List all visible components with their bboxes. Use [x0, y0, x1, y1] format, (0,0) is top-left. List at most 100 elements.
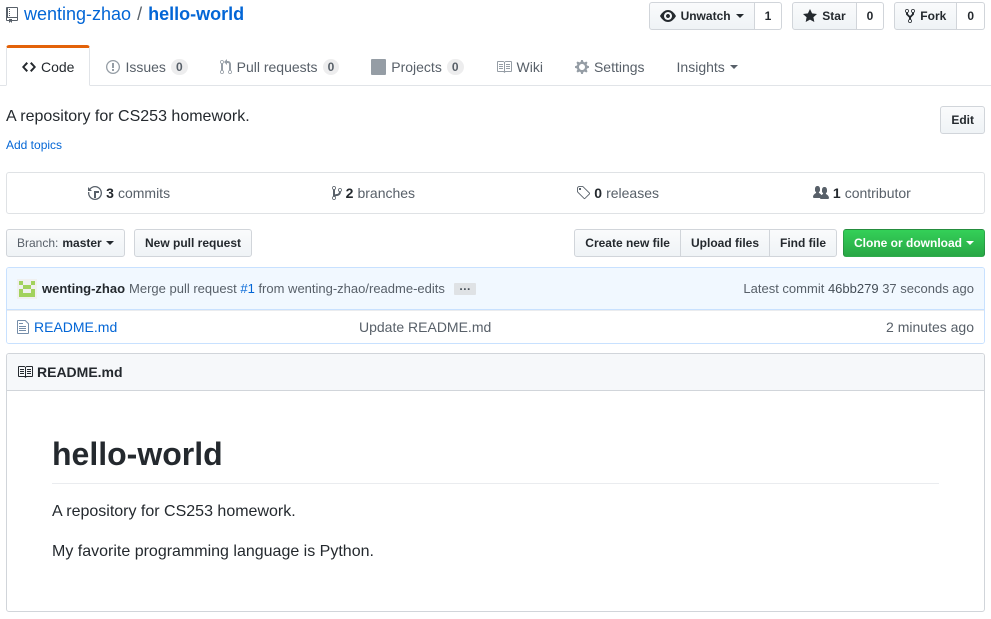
clone-or-download-button[interactable]: Clone or download: [843, 229, 985, 257]
watch-group: Unwatch 1: [648, 2, 783, 30]
clone-label: Clone or download: [854, 236, 962, 250]
commit-meta: Latest commit 46bb279 37 seconds ago: [743, 281, 974, 296]
contributors-link[interactable]: 1 contributor: [740, 173, 984, 213]
branch-select[interactable]: Branch: master: [6, 229, 125, 257]
tag-icon: [576, 185, 591, 201]
tab-projects-label: Projects: [391, 58, 442, 75]
commits-label: commits: [117, 185, 171, 201]
latest-commit: wenting-zhao Merge pull request #1 from …: [7, 268, 984, 310]
repo-icon: [6, 6, 18, 23]
table-row: README.md Update README.md 2 minutes ago: [7, 310, 984, 343]
commit-msg-prefix: Merge pull request: [129, 281, 237, 296]
tab-code[interactable]: Code: [6, 45, 91, 86]
gear-icon: [574, 59, 589, 75]
eye-icon: [659, 8, 676, 24]
edit-description-button[interactable]: Edit: [940, 106, 985, 134]
tab-issues[interactable]: Issues 0: [90, 45, 203, 86]
commit-author-link[interactable]: wenting-zhao: [42, 281, 125, 296]
star-button[interactable]: Star: [792, 2, 857, 30]
unwatch-label: Unwatch: [680, 9, 731, 23]
star-label: Star: [822, 9, 846, 23]
releases-label: releases: [606, 185, 659, 201]
repo-owner-link[interactable]: wenting-zhao: [24, 4, 131, 25]
add-topics-link[interactable]: Add topics: [6, 138, 62, 152]
readme-paragraph: A repository for CS253 homework.: [52, 503, 296, 520]
branches-label: branches: [357, 185, 416, 201]
tab-wiki[interactable]: Wiki: [480, 45, 559, 86]
chevron-down-icon: [729, 64, 738, 69]
contributors-count: 1: [832, 185, 841, 201]
file-name-link[interactable]: README.md: [34, 319, 359, 335]
pr-link[interactable]: #1: [240, 281, 254, 296]
issues-counter: 0: [170, 58, 188, 75]
file-icon: [17, 319, 29, 335]
releases-link[interactable]: 0 releases: [496, 173, 740, 213]
branch-select-label: Branch:: [17, 236, 59, 250]
tab-issues-label: Issues: [125, 58, 166, 75]
code-icon: [22, 59, 36, 75]
repo-nav: Code Issues 0 Pull requests 0 Projects 0…: [6, 45, 754, 86]
readme-content: hello-world A repository for CS253 homew…: [7, 391, 984, 564]
commits-link[interactable]: 3 commits: [7, 173, 251, 213]
star-icon: [803, 8, 818, 24]
pull-request-icon: [219, 58, 232, 75]
commits-count: 3: [106, 185, 114, 201]
fork-group: Fork 0: [894, 2, 985, 30]
new-pull-request-button[interactable]: New pull request: [134, 229, 253, 257]
fork-label: Fork: [920, 9, 947, 23]
branch-select-value: master: [62, 236, 102, 250]
tab-insights-label: Insights: [676, 58, 725, 75]
fork-button[interactable]: Fork: [894, 2, 958, 30]
avatar-identicon[interactable]: [17, 278, 37, 299]
file-commit-message[interactable]: Update README.md: [359, 319, 886, 335]
star-group: Star 0: [792, 2, 885, 30]
chevron-down-icon: [735, 14, 744, 18]
tab-wiki-label: Wiki: [516, 58, 543, 75]
readme-header-label: README.md: [37, 364, 123, 380]
chevron-down-icon: [966, 241, 974, 245]
repo-name-link[interactable]: hello-world: [148, 4, 244, 25]
fork-icon: [905, 8, 916, 24]
readme-paragraph: My favorite programming language is Pyth…: [52, 543, 374, 560]
upload-files-button[interactable]: Upload files: [679, 229, 770, 257]
project-icon: [371, 58, 387, 75]
branch-icon: [331, 185, 342, 201]
releases-count: 0: [594, 185, 603, 201]
issue-icon: [106, 59, 121, 75]
file-age: 2 minutes ago: [886, 319, 974, 335]
file-actions: Create new file Upload files Find file C…: [574, 229, 985, 257]
commit-sha-link[interactable]: 46bb279: [828, 281, 879, 296]
branches-count: 2: [345, 185, 354, 201]
forks-count[interactable]: 0: [957, 2, 985, 30]
commit-time: 37 seconds ago: [882, 281, 974, 296]
path-separator: /: [137, 4, 143, 24]
book-icon: [17, 364, 33, 380]
pulls-counter: 0: [322, 58, 340, 75]
tab-settings-label: Settings: [593, 58, 645, 75]
repo-header: wenting-zhao / hello-world Unwatch 1 Sta…: [0, 0, 991, 86]
expand-commit-button[interactable]: …: [453, 280, 476, 295]
create-new-file-button[interactable]: Create new file: [574, 229, 681, 257]
chevron-down-icon: [105, 241, 114, 245]
repo-actions: Unwatch 1 Star 0 Fork 0: [648, 2, 985, 30]
tab-settings[interactable]: Settings: [559, 45, 661, 86]
people-icon: [812, 185, 829, 201]
repo-title: wenting-zhao / hello-world: [6, 4, 244, 25]
readme-header: README.md: [7, 354, 984, 391]
commit-message: Merge pull request #1 from wenting-zhao/…: [129, 281, 445, 296]
find-file-button[interactable]: Find file: [769, 229, 837, 257]
unwatch-button[interactable]: Unwatch: [648, 2, 755, 30]
repo-description: A repository for CS253 homework.: [6, 108, 250, 125]
branches-link[interactable]: 2 branches: [251, 173, 495, 213]
file-browser: wenting-zhao Merge pull request #1 from …: [6, 267, 985, 344]
tab-pull-requests-label: Pull requests: [236, 58, 318, 75]
tab-projects[interactable]: Projects 0: [355, 45, 479, 86]
readme-box: README.md hello-world A repository for C…: [6, 353, 985, 612]
readme-title: hello-world: [52, 436, 939, 484]
tab-insights[interactable]: Insights: [661, 45, 754, 86]
tab-pull-requests[interactable]: Pull requests 0: [204, 45, 356, 86]
watchers-count[interactable]: 1: [754, 2, 783, 30]
stars-count[interactable]: 0: [856, 2, 885, 30]
tab-code-label: Code: [41, 58, 75, 75]
projects-counter: 0: [446, 58, 464, 75]
